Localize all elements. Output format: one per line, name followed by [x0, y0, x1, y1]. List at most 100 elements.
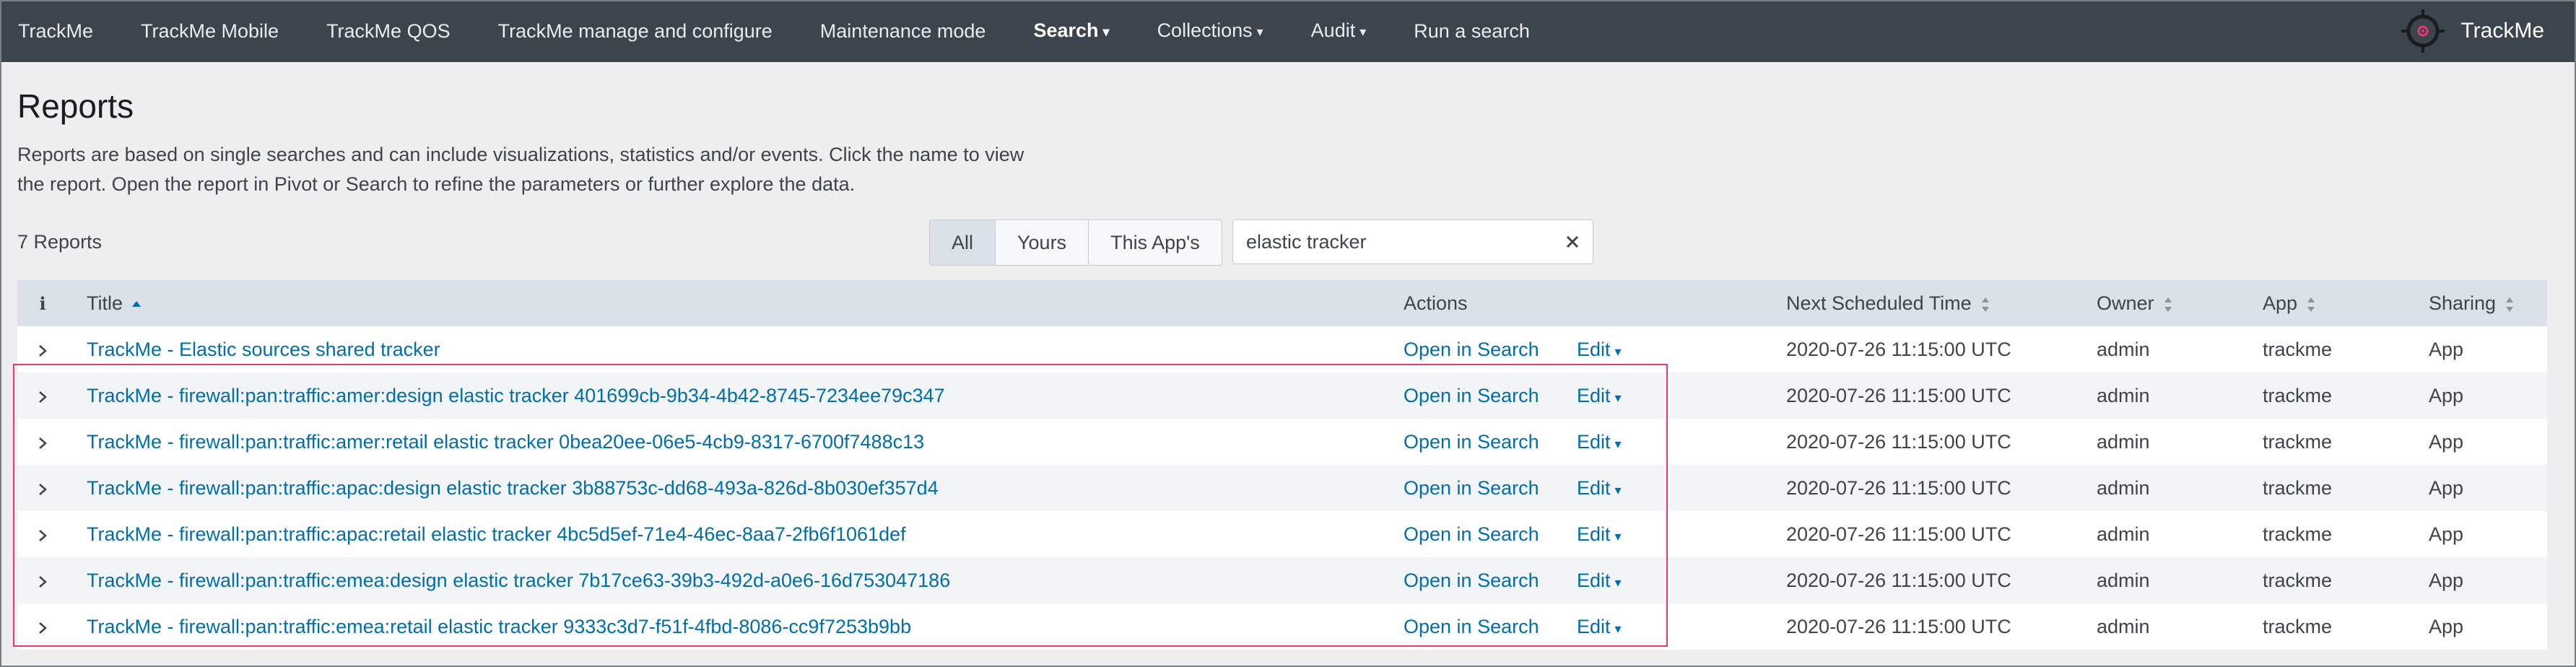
page-description: Reports are based on single searches and…: [17, 144, 1024, 195]
filter-search-input[interactable]: [1246, 220, 1549, 263]
nav-item-trackme-qos[interactable]: TrackMe QOS: [303, 0, 474, 62]
nav-item-audit-label: Audit: [1310, 19, 1356, 42]
nav-item-manage-configure[interactable]: TrackMe manage and configure: [474, 0, 796, 62]
nav-item-audit[interactable]: Audit ▾: [1287, 0, 1391, 63]
chevron-right-icon[interactable]: [17, 326, 68, 372]
table-row: TrackMe - firewall:pan:traffic:emea:reta…: [17, 603, 2547, 650]
column-header-owner[interactable]: Owner: [2097, 280, 2173, 326]
app-value: trackme: [2263, 385, 2333, 406]
column-header-sharing[interactable]: Sharing: [2429, 280, 2515, 326]
sharing-value: App: [2429, 339, 2464, 360]
chevron-right-icon[interactable]: [17, 465, 68, 511]
caret-down-icon: ▾: [1614, 622, 1622, 636]
table-row: TrackMe - firewall:pan:traffic:amer:desi…: [17, 372, 2547, 419]
owner-value: admin: [2097, 385, 2150, 406]
open-in-search-link[interactable]: Open in Search: [1404, 557, 1539, 603]
report-title-link[interactable]: TrackMe - firewall:pan:traffic:emea:desi…: [87, 557, 950, 603]
sort-ascending-icon: [132, 300, 142, 307]
next-scheduled-time: 2020-07-26 11:15:00 UTC: [1786, 339, 2011, 360]
info-icon: i: [39, 293, 46, 314]
edit-label: Edit: [1577, 616, 1611, 637]
table-header-row: i Title Actions Next Scheduled Time Owne…: [17, 280, 2547, 326]
caret-down-icon: ▾: [1614, 575, 1622, 590]
report-title-link[interactable]: TrackMe - firewall:pan:traffic:apac:reta…: [87, 511, 906, 557]
nav-item-run-a-search[interactable]: Run a search: [1390, 0, 1554, 62]
report-title-link[interactable]: TrackMe - firewall:pan:traffic:amer:reta…: [87, 419, 924, 465]
open-in-search-link[interactable]: Open in Search: [1404, 465, 1539, 511]
open-in-search-link[interactable]: Open in Search: [1404, 419, 1539, 465]
table-row: TrackMe - firewall:pan:traffic:apac:reta…: [17, 511, 2547, 557]
column-next-label: Next Scheduled Time: [1786, 292, 1972, 314]
open-in-search-link[interactable]: Open in Search: [1404, 326, 1539, 372]
chevron-right-icon[interactable]: [17, 557, 68, 603]
sort-icon: [2307, 297, 2315, 312]
next-scheduled-time: 2020-07-26 11:15:00 UTC: [1786, 431, 2011, 453]
caret-down-icon: ▾: [1614, 529, 1622, 544]
reports-table: i Title Actions Next Scheduled Time Owne…: [17, 280, 2547, 650]
caret-down-icon: ▾: [1256, 24, 1263, 39]
caret-down-icon: ▾: [1102, 24, 1110, 39]
app-value: trackme: [2263, 616, 2333, 637]
edit-label: Edit: [1577, 385, 1611, 406]
column-header-title[interactable]: Title: [87, 280, 142, 326]
app-brand[interactable]: TrackMe: [2400, 0, 2544, 62]
sort-icon: [1981, 297, 1989, 312]
caret-down-icon: ▾: [1359, 24, 1367, 39]
next-scheduled-time: 2020-07-26 11:15:00 UTC: [1786, 477, 2011, 499]
app-value: trackme: [2263, 477, 2333, 499]
open-in-search-link[interactable]: Open in Search: [1404, 372, 1539, 419]
nav-item-trackme-mobile[interactable]: TrackMe Mobile: [117, 0, 303, 62]
clear-icon[interactable]: [1559, 229, 1585, 255]
sharing-value: App: [2429, 431, 2464, 453]
edit-dropdown[interactable]: Edit ▾: [1577, 419, 1622, 467]
top-nav-bar: TrackMe TrackMe Mobile TrackMe QOS Track…: [0, 0, 2576, 62]
caret-down-icon: ▾: [1614, 483, 1622, 497]
edit-label: Edit: [1577, 339, 1611, 360]
app-value: trackme: [2263, 431, 2333, 453]
crosshair-target-icon: [2401, 9, 2445, 53]
report-title-link[interactable]: TrackMe - firewall:pan:traffic:amer:desi…: [87, 372, 945, 419]
report-count: 7 Reports: [17, 231, 103, 253]
edit-label: Edit: [1577, 523, 1611, 545]
app-value: trackme: [2263, 570, 2333, 591]
edit-dropdown[interactable]: Edit ▾: [1577, 465, 1622, 513]
open-in-search-link[interactable]: Open in Search: [1404, 603, 1539, 650]
edit-dropdown[interactable]: Edit ▾: [1577, 372, 1622, 421]
open-in-search-link[interactable]: Open in Search: [1404, 511, 1539, 557]
owner-value: admin: [2097, 570, 2150, 591]
nav-item-maintenance-mode[interactable]: Maintenance mode: [796, 0, 1010, 62]
nav-item-collections[interactable]: Collections ▾: [1133, 0, 1287, 63]
report-title-link[interactable]: TrackMe - firewall:pan:traffic:apac:desi…: [87, 465, 939, 511]
chevron-right-icon[interactable]: [17, 372, 68, 419]
report-title-link[interactable]: TrackMe - firewall:pan:traffic:emea:reta…: [87, 603, 911, 650]
table-row: TrackMe - firewall:pan:traffic:apac:desi…: [17, 465, 2547, 511]
owner-value: admin: [2097, 523, 2150, 545]
nav-item-trackme[interactable]: TrackMe: [0, 0, 117, 62]
report-title-link[interactable]: TrackMe - Elastic sources shared tracker: [87, 326, 440, 372]
nav-item-search-label: Search: [1033, 19, 1099, 42]
column-header-actions: Actions: [1404, 292, 1468, 314]
column-sharing-label: Sharing: [2429, 292, 2497, 314]
sort-icon: [2506, 297, 2514, 312]
chevron-right-icon[interactable]: [17, 603, 68, 650]
sharing-value: App: [2429, 385, 2464, 406]
nav-item-search[interactable]: Search ▾: [1009, 0, 1133, 63]
table-row: TrackMe - Elastic sources shared tracker…: [17, 326, 2547, 372]
edit-dropdown[interactable]: Edit ▾: [1577, 557, 1622, 606]
filter-yours-button[interactable]: Yours: [995, 220, 1089, 265]
owner-value: admin: [2097, 339, 2150, 360]
chevron-right-icon[interactable]: [17, 511, 68, 557]
sharing-value: App: [2429, 477, 2464, 499]
app-value: trackme: [2263, 339, 2333, 360]
filter-all-button[interactable]: All: [930, 220, 996, 265]
owner-value: admin: [2097, 477, 2150, 499]
edit-dropdown[interactable]: Edit ▾: [1577, 603, 1622, 652]
edit-dropdown[interactable]: Edit ▾: [1577, 511, 1622, 559]
chevron-right-icon[interactable]: [17, 419, 68, 465]
ownership-filter-group: All Yours This App's: [929, 219, 1222, 266]
filter-this-apps-button[interactable]: This App's: [1088, 220, 1222, 265]
edit-dropdown[interactable]: Edit ▾: [1577, 326, 1622, 375]
column-header-next-scheduled[interactable]: Next Scheduled Time: [1786, 280, 1990, 326]
column-header-app[interactable]: App: [2263, 280, 2316, 326]
table-row: TrackMe - firewall:pan:traffic:amer:reta…: [17, 419, 2547, 465]
